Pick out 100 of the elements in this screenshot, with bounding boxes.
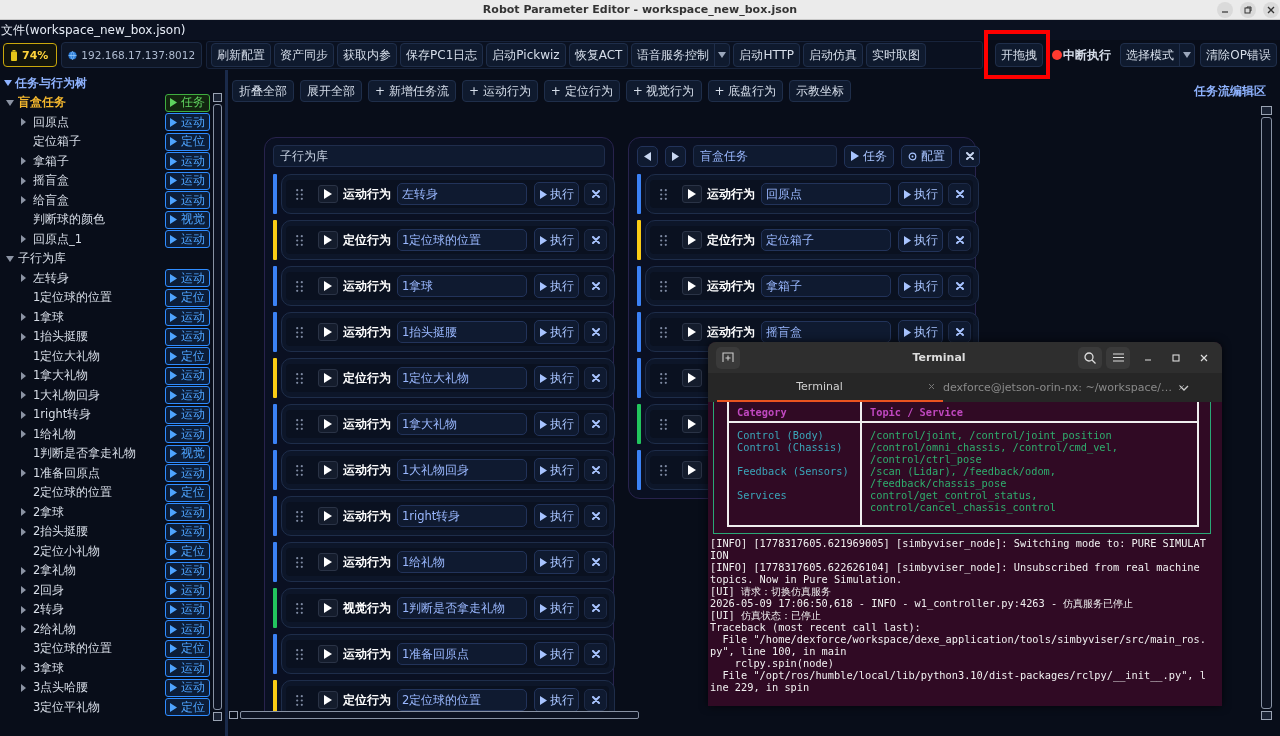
toolbar-button[interactable]: 资产同步 <box>274 43 335 67</box>
tag-button[interactable]: 定位 <box>165 542 210 561</box>
run-button[interactable]: 执行 <box>534 366 579 390</box>
new-tab-button[interactable] <box>716 346 740 369</box>
config-button[interactable]: 配置 <box>901 144 952 168</box>
tag-button[interactable]: 运动 <box>165 561 210 580</box>
delete-button[interactable] <box>948 321 971 343</box>
scrollbar[interactable] <box>213 93 222 721</box>
toolbar-button[interactable]: 清除OP错误 <box>1200 43 1277 67</box>
delete-button[interactable] <box>584 229 607 251</box>
tree-item[interactable]: 2拿球 <box>33 504 65 520</box>
toolbar-button[interactable]: 启动Pickwiz <box>486 43 566 67</box>
name-field[interactable]: 2定位球的位置 <box>397 689 527 711</box>
tree-item[interactable]: 1准备回原点 <box>33 465 101 481</box>
delete-button[interactable] <box>584 183 607 205</box>
play-button[interactable] <box>318 691 338 709</box>
tree-item[interactable]: 3定位平礼物 <box>33 699 101 715</box>
tag-button[interactable]: 定位 <box>165 698 210 717</box>
tree-item[interactable]: 3定位球的位置 <box>33 641 113 657</box>
tag-button[interactable]: 运动 <box>165 230 210 249</box>
tag-button[interactable]: 定位 <box>165 483 210 502</box>
run-button[interactable]: 执行 <box>534 504 579 528</box>
name-field[interactable]: 1抬头挺腰 <box>397 321 527 343</box>
play-button[interactable] <box>682 323 702 341</box>
title-field[interactable]: 子行为库 <box>273 145 605 167</box>
name-field[interactable]: 1准备回原点 <box>397 643 527 665</box>
play-button[interactable] <box>318 461 338 479</box>
tag-button[interactable]: 运动 <box>165 678 210 697</box>
tree-item[interactable]: 回原点_1 <box>33 231 83 247</box>
tag-button[interactable]: 运动 <box>165 503 210 522</box>
play-button[interactable] <box>682 461 702 479</box>
tag-button[interactable]: 运动 <box>165 366 210 385</box>
tree-item[interactable]: 2抬头挺腰 <box>33 524 89 540</box>
minimize-button[interactable] <box>1217 1 1233 18</box>
toolbar-button[interactable]: 启动HTTP <box>733 43 801 67</box>
tree-item[interactable]: 1大礼物回身 <box>33 387 101 403</box>
action-button[interactable]: 折叠全部 <box>232 80 294 102</box>
stop-button[interactable]: 中断执行 <box>1048 43 1116 67</box>
previous-button[interactable] <box>637 145 658 167</box>
tag-button[interactable]: 运动 <box>165 581 210 600</box>
tree-item[interactable]: 1拿球 <box>33 309 65 325</box>
tag-button[interactable]: 运动 <box>165 405 210 424</box>
action-button[interactable]: + 视觉行为 <box>625 80 702 102</box>
restore-button[interactable] <box>1240 1 1256 18</box>
file-menu[interactable]: 文件(workspace_new_box.json) <box>1 21 186 39</box>
tree-item[interactable]: 回原点 <box>33 114 69 130</box>
task-button[interactable]: 任务 <box>844 144 894 168</box>
tag-button[interactable]: 运动 <box>165 600 210 619</box>
delete-button[interactable] <box>584 551 607 573</box>
name-field[interactable]: 拿箱子 <box>761 275 891 297</box>
tag-button[interactable]: 运动 <box>165 269 210 288</box>
play-button[interactable] <box>318 277 338 295</box>
delete-button[interactable] <box>584 689 607 711</box>
terminal-tab[interactable]: dexforce@jetson-orin-nx: ~/workspace/… <box>943 373 1169 402</box>
name-field[interactable]: 左转身 <box>397 183 527 205</box>
scrollbar[interactable] <box>229 711 639 719</box>
tag-button[interactable]: 运动 <box>165 113 210 132</box>
scrollbar[interactable] <box>1261 106 1272 720</box>
run-button[interactable]: 执行 <box>534 412 579 436</box>
run-button[interactable]: 执行 <box>534 458 579 482</box>
tree-item[interactable]: 盲盒任务 <box>18 95 66 111</box>
run-button[interactable]: 执行 <box>898 274 943 298</box>
tag-button[interactable]: 运动 <box>165 425 210 444</box>
tree-item[interactable]: 2定位小礼物 <box>33 543 101 559</box>
name-field[interactable]: 1定位大礼物 <box>397 367 527 389</box>
toolbar-button[interactable]: 保存PC1日志 <box>400 43 484 67</box>
tag-button[interactable]: 运动 <box>165 620 210 639</box>
search-button[interactable] <box>1078 346 1102 369</box>
delete-button[interactable] <box>584 505 607 527</box>
play-button[interactable] <box>318 323 338 341</box>
dropdown-button[interactable]: 选择模式 <box>1120 43 1196 67</box>
play-button[interactable] <box>318 645 338 663</box>
play-button[interactable] <box>318 507 338 525</box>
toolbar-button[interactable]: 获取内参 <box>337 43 398 67</box>
tree-item[interactable]: 1判断是否拿走礼物 <box>33 446 137 462</box>
tag-button[interactable]: 运动 <box>165 308 210 327</box>
action-button[interactable]: + 新增任务流 <box>368 80 456 102</box>
play-button[interactable] <box>318 231 338 249</box>
action-button[interactable]: + 运动行为 <box>461 80 538 102</box>
name-field[interactable]: 1大礼物回身 <box>397 459 527 481</box>
run-button[interactable]: 执行 <box>898 228 943 252</box>
close-button[interactable] <box>1263 1 1279 18</box>
tag-button[interactable]: 定位 <box>165 288 210 307</box>
toolbar-button[interactable]: 恢复ACT <box>568 43 629 67</box>
play-button[interactable] <box>318 185 338 203</box>
delete-button[interactable] <box>948 229 971 251</box>
action-button[interactable]: + 定位行为 <box>543 80 620 102</box>
play-button[interactable] <box>682 415 702 433</box>
tree-item[interactable]: 2拿礼物 <box>33 563 77 579</box>
name-field[interactable]: 1拿球 <box>397 275 527 297</box>
tree-item[interactable]: 左转身 <box>33 270 69 286</box>
toolbar-button[interactable]: 刷新配置 <box>211 43 272 67</box>
tree-item[interactable]: 2回身 <box>33 582 65 598</box>
name-field[interactable]: 盲盒任务 <box>693 145 837 167</box>
tag-button[interactable]: 定位 <box>165 132 210 151</box>
tree-item[interactable]: 1right转身 <box>33 407 92 423</box>
run-button[interactable]: 执行 <box>534 228 579 252</box>
name-field[interactable]: 1right转身 <box>397 505 527 527</box>
tree-item[interactable]: 定位箱子 <box>33 134 81 150</box>
tree-item[interactable]: 3拿球 <box>33 660 65 676</box>
